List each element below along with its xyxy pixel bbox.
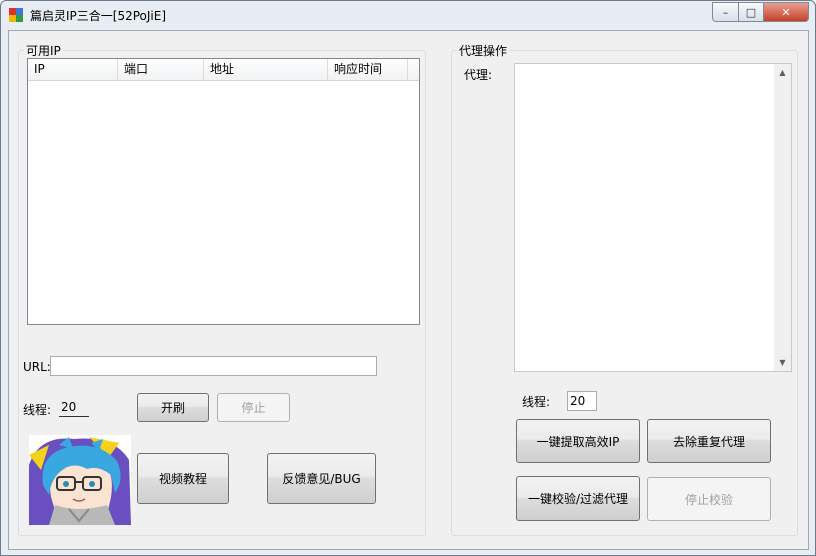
title-bar[interactable]: 篇启灵IP三合一[52PoJiE] – □ ✕ xyxy=(1,1,815,29)
threads-label: 线程: xyxy=(23,403,52,417)
video-tutorial-button[interactable]: 视频教程 xyxy=(137,453,229,504)
url-label: URL: xyxy=(23,360,51,374)
feedback-button[interactable]: 反馈意见/BUG xyxy=(267,453,376,504)
stop-button[interactable]: 停止 xyxy=(217,393,290,422)
proxy-operations-group-title: 代理操作 xyxy=(457,42,510,59)
app-icon xyxy=(9,8,23,22)
scroll-up-icon[interactable]: ▲ xyxy=(774,64,791,81)
ip-list-header: IP 端口 地址 响应时间 xyxy=(28,59,419,81)
proxy-textarea[interactable] xyxy=(514,63,792,372)
url-input[interactable] xyxy=(50,356,377,376)
scroll-down-icon[interactable]: ▼ xyxy=(774,354,791,371)
avatar-image xyxy=(29,437,131,525)
column-port[interactable]: 端口 xyxy=(118,59,204,80)
column-ip[interactable]: IP xyxy=(28,59,118,80)
verify-filter-button[interactable]: 一键校验/过滤代理 xyxy=(516,476,640,521)
ip-list[interactable]: IP 端口 地址 响应时间 xyxy=(27,58,420,325)
proxy-operations-group: 代理操作 代理: ▲ ▼ 线程: 20 一键提取高效IP 去除重复代理 一键校验… xyxy=(451,42,798,536)
extract-ip-button[interactable]: 一键提取高效IP xyxy=(516,419,640,463)
minimize-button[interactable]: – xyxy=(712,2,739,22)
window-title: 篇启灵IP三合一[52PoJiE] xyxy=(30,9,167,23)
proxy-scrollbar[interactable]: ▲ ▼ xyxy=(774,64,791,371)
app-window: 篇启灵IP三合一[52PoJiE] – □ ✕ 可用IP IP 端口 地址 响应… xyxy=(0,0,816,556)
column-response-time[interactable]: 响应时间 xyxy=(328,59,408,80)
close-button[interactable]: ✕ xyxy=(764,2,809,22)
proxy-label: 代理: xyxy=(464,68,493,82)
stop-verify-button[interactable]: 停止校验 xyxy=(647,477,771,521)
start-button[interactable]: 开刷 xyxy=(137,393,209,422)
column-address[interactable]: 地址 xyxy=(204,59,328,80)
available-ip-group-title: 可用IP xyxy=(24,42,63,59)
proxy-threads-input[interactable]: 20 xyxy=(567,391,597,411)
maximize-button[interactable]: □ xyxy=(739,2,764,22)
client-area: 可用IP IP 端口 地址 响应时间 URL: 线程: 20 开刷 停止 视频教… xyxy=(8,30,809,550)
remove-duplicate-button[interactable]: 去除重复代理 xyxy=(647,419,771,463)
avatar xyxy=(29,435,131,525)
threads-input[interactable]: 20 xyxy=(59,398,89,417)
proxy-threads-label: 线程: xyxy=(522,395,551,409)
